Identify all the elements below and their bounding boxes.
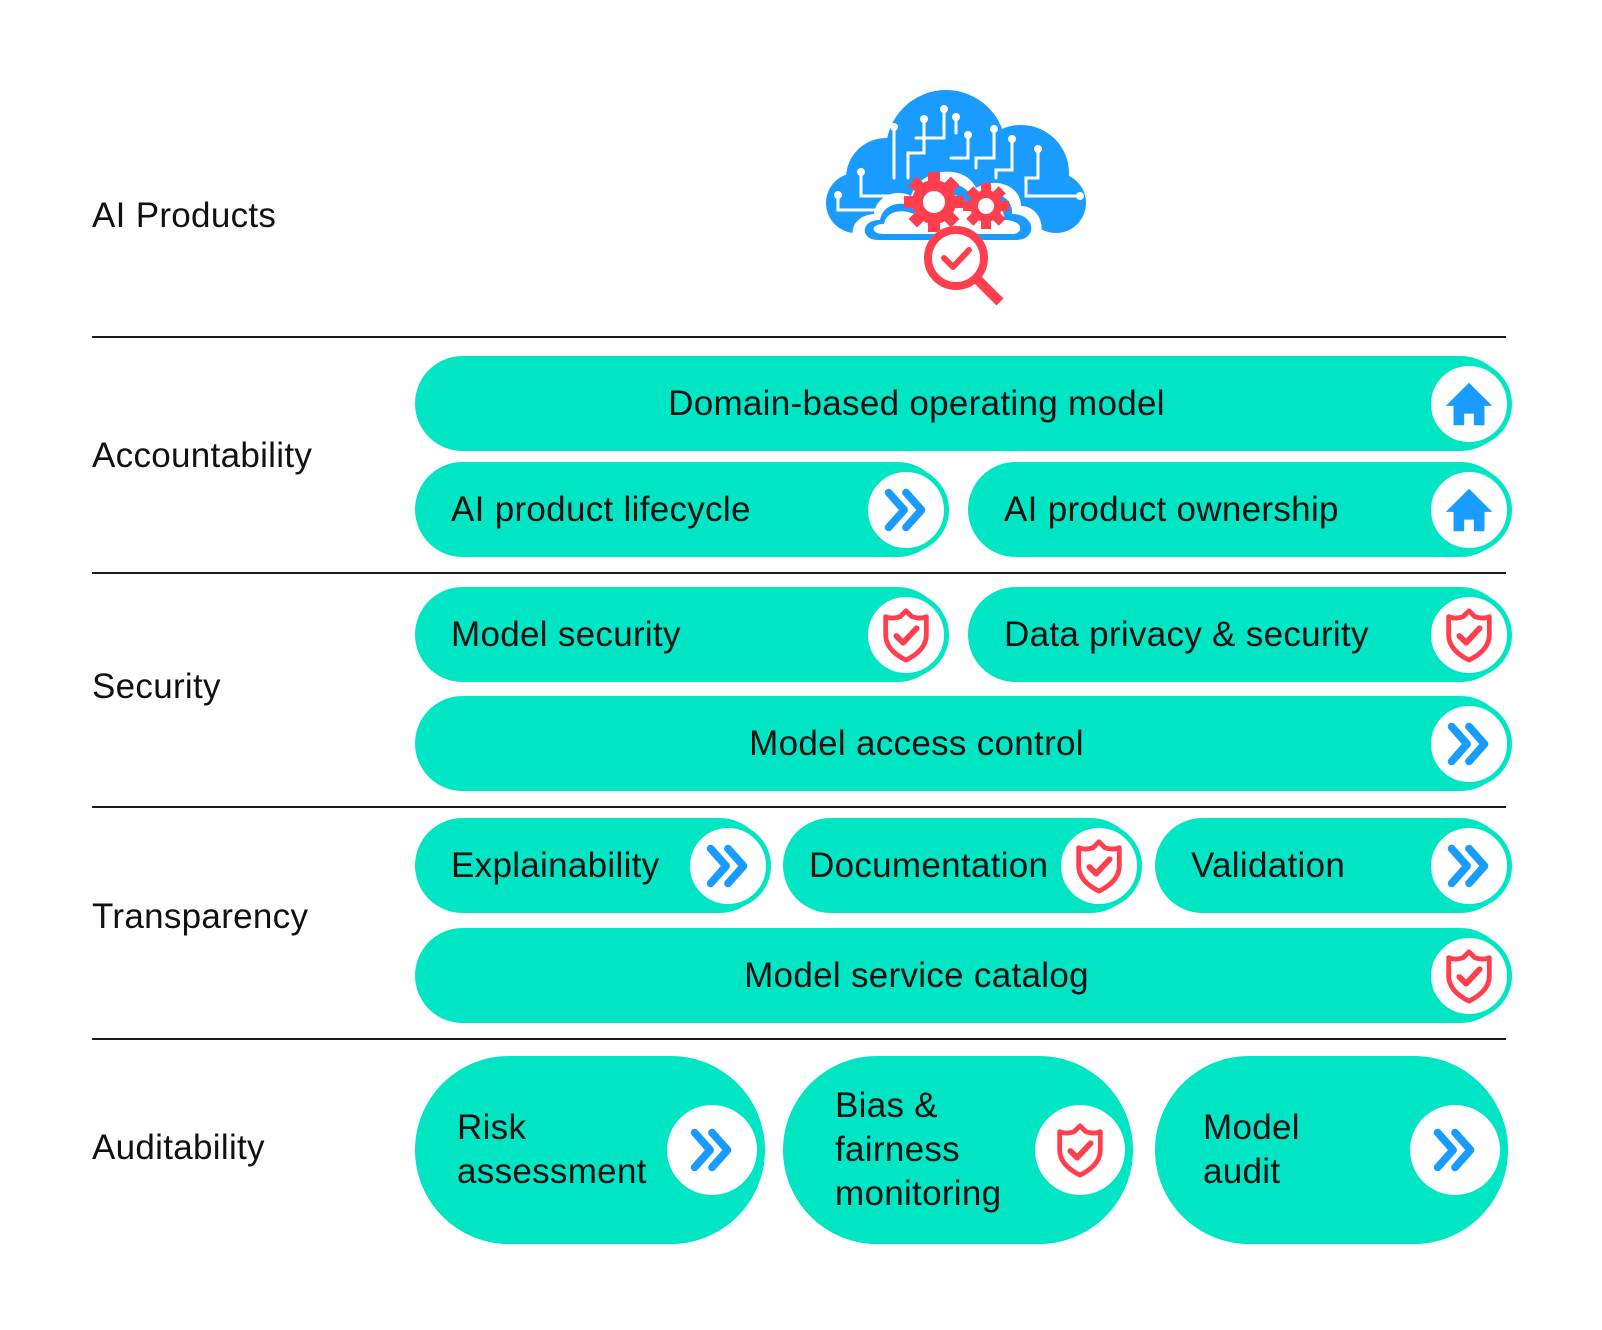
section-label-auditability: Auditability xyxy=(92,1128,265,1167)
pill-label: Bias & fairness monitoring xyxy=(835,1056,1001,1244)
pill-ai-product-ownership[interactable]: AI product ownership xyxy=(968,462,1512,557)
pill-label: AI product lifecycle xyxy=(451,489,751,529)
double-chevron-right-icon xyxy=(863,466,949,553)
pill-label-line: fairness xyxy=(835,1130,960,1169)
section-label-transparency: Transparency xyxy=(92,897,309,936)
pill-bias-fairness-monitoring[interactable]: Bias & fairness monitoring xyxy=(783,1056,1133,1244)
pill-label-line: Bias & xyxy=(835,1086,938,1125)
shield-check-icon xyxy=(1426,591,1512,678)
pill-domain-based-operating-model[interactable]: Domain-based operating model xyxy=(415,356,1512,451)
header-label: AI Products xyxy=(92,196,277,235)
pill-label: Model security xyxy=(451,614,681,654)
pill-documentation[interactable]: Documentation xyxy=(783,818,1142,913)
shield-check-icon xyxy=(1426,932,1512,1019)
shield-check-icon xyxy=(1035,1105,1125,1195)
divider xyxy=(92,806,1506,808)
home-icon xyxy=(1426,360,1512,447)
double-chevron-right-icon xyxy=(667,1105,757,1195)
section-label-accountability: Accountability xyxy=(92,436,313,475)
double-chevron-right-icon xyxy=(1410,1105,1500,1195)
pill-label: Risk assessment xyxy=(457,1056,647,1244)
pill-ai-product-lifecycle[interactable]: AI product lifecycle xyxy=(415,462,949,557)
pill-explainability[interactable]: Explainability xyxy=(415,818,771,913)
double-chevron-right-icon xyxy=(1426,822,1512,909)
pill-label: Explainability xyxy=(451,845,660,885)
pill-label: Documentation xyxy=(809,845,1049,885)
divider xyxy=(92,572,1506,574)
pill-model-audit[interactable]: Model audit xyxy=(1155,1056,1508,1244)
cloud-gears-check-icon xyxy=(816,78,1096,318)
pill-label: Model access control xyxy=(749,723,1084,763)
double-chevron-right-icon xyxy=(1426,700,1512,787)
pill-data-privacy-security[interactable]: Data privacy & security xyxy=(968,587,1512,682)
pill-model-service-catalog[interactable]: Model service catalog xyxy=(415,928,1512,1023)
home-icon xyxy=(1426,466,1512,553)
pill-label-line: assessment xyxy=(457,1152,647,1191)
shield-check-icon xyxy=(863,591,949,678)
divider xyxy=(92,336,1506,338)
pill-risk-assessment[interactable]: Risk assessment xyxy=(415,1056,765,1244)
pill-label: Data privacy & security xyxy=(1004,614,1369,654)
pill-label-line: Model xyxy=(1203,1108,1300,1147)
divider xyxy=(92,1038,1506,1040)
shield-check-icon xyxy=(1056,822,1142,909)
pill-label-line: audit xyxy=(1203,1152,1281,1191)
pill-label: Domain-based operating model xyxy=(668,383,1165,423)
pill-label: Model audit xyxy=(1203,1056,1300,1244)
double-chevron-right-icon xyxy=(685,822,771,909)
pill-label-line: Risk xyxy=(457,1108,527,1147)
pill-label: Model service catalog xyxy=(744,955,1089,995)
section-label-security: Security xyxy=(92,667,221,706)
pill-label: AI product ownership xyxy=(1004,489,1339,529)
pill-model-access-control[interactable]: Model access control xyxy=(415,696,1512,791)
pill-validation[interactable]: Validation xyxy=(1155,818,1512,913)
pill-label-line: monitoring xyxy=(835,1174,1002,1213)
pill-model-security[interactable]: Model security xyxy=(415,587,949,682)
pill-label: Validation xyxy=(1191,845,1346,885)
